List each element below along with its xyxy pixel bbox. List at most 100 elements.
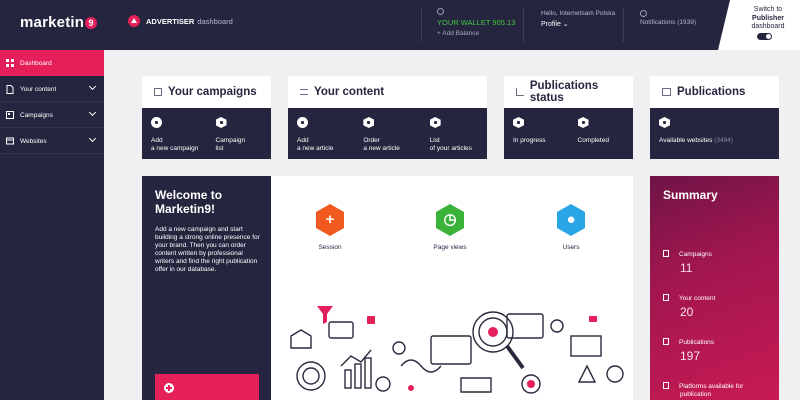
- publications-status-card: Publications status In progress Complete…: [504, 76, 633, 159]
- add-balance-link[interactable]: + Add Balance: [437, 30, 515, 37]
- browser-icon: [663, 382, 669, 389]
- available-websites-count: (3494): [714, 137, 733, 144]
- list-icon: [429, 117, 441, 128]
- logo-badge: 9: [85, 17, 98, 29]
- card-title: Your campaigns: [168, 86, 257, 98]
- completed-button[interactable]: Completed: [569, 108, 634, 159]
- top-bar: marketin 9 ADVERTISER dashboard YOUR WALL…: [0, 0, 800, 50]
- divider: [421, 8, 422, 42]
- advertiser-label: ADVERTISER: [146, 16, 195, 26]
- switch-line1: Switch to: [753, 6, 783, 13]
- advertiser-sub: dashboard: [197, 16, 233, 26]
- switch-line3: dashboard: [751, 23, 785, 30]
- order-article-button[interactable]: Order a new article: [354, 108, 420, 159]
- available-websites-button[interactable]: Available websites (3494): [650, 108, 779, 159]
- card-body: Add a new article Order a new article List…: [288, 108, 487, 159]
- divider: [623, 8, 624, 42]
- card-header: Your campaigns: [142, 76, 271, 108]
- dashboard-mode-label: ADVERTISER dashboard: [128, 15, 233, 27]
- clock-icon: ◷: [436, 204, 464, 236]
- notifications-label: Notifications (1939): [640, 19, 696, 26]
- chevron-down-icon: [88, 108, 97, 117]
- card-title: Publications status: [529, 80, 599, 104]
- summary-content: Your content 20: [663, 294, 715, 319]
- stat-label: Page views: [433, 244, 467, 251]
- action-line1: Add: [151, 137, 163, 144]
- card-header: Publications status: [504, 76, 633, 108]
- action-line1: Campaign: [215, 137, 246, 144]
- advertiser-icon: [128, 15, 140, 27]
- summary-label: Your content: [679, 295, 716, 302]
- content-card: Your content Add a new article Order a new…: [288, 76, 487, 159]
- sidebar-item-label: Websites: [20, 137, 47, 145]
- notifications[interactable]: Notifications (1939): [640, 10, 696, 26]
- user-icon: ●: [557, 204, 585, 236]
- summary-value: 20: [680, 305, 694, 319]
- plus-icon: [151, 117, 162, 128]
- stat-session[interactable]: + Session: [290, 204, 370, 251]
- summary-label: Publications: [679, 339, 715, 346]
- stat-page-views[interactable]: ◷ Page views: [410, 204, 490, 251]
- stat-symbol: ◷: [443, 211, 457, 228]
- welcome-add-button[interactable]: [155, 374, 259, 400]
- logo[interactable]: marketin 9: [20, 14, 98, 31]
- welcome-panel: Welcome to Marketin9! Add a new campaign…: [142, 176, 271, 400]
- card-title: Your content: [314, 86, 385, 98]
- profile-label: Profile: [541, 21, 561, 28]
- stats-panel: + Session ◷ Page views ● Users: [271, 176, 633, 400]
- browser-icon: [662, 88, 671, 96]
- campaigns-card: Your campaigns Add a new campaign Campaig…: [142, 76, 271, 159]
- stat-symbol: ●: [566, 211, 576, 228]
- stat-users[interactable]: ● Users: [531, 204, 611, 251]
- divider: [523, 8, 524, 42]
- card-header: Publications: [650, 76, 779, 108]
- summary-publications: Publications 197: [663, 338, 714, 363]
- summary-label: Platforms available for: [679, 383, 744, 390]
- sidebar-item-websites[interactable]: Websites: [0, 128, 104, 154]
- check-icon: [577, 117, 589, 128]
- card-body: Available websites (3494): [650, 108, 779, 159]
- profile-dropdown[interactable]: Profile ⌄: [541, 20, 615, 28]
- article-list-button[interactable]: List of your articles: [421, 108, 487, 159]
- document-icon: [663, 294, 669, 301]
- divider: [0, 153, 104, 154]
- stat-symbol: +: [325, 211, 335, 228]
- user-menu: Hello, Internetsam Polska Profile ⌄: [541, 10, 615, 28]
- sidebar-item-campaigns[interactable]: Campaigns: [0, 102, 104, 128]
- chevron-down-icon: [88, 134, 97, 143]
- action-line1: List: [429, 137, 440, 144]
- pencil-icon: [513, 117, 524, 128]
- stat-label: Users: [562, 244, 580, 251]
- add-campaign-button[interactable]: Add a new campaign: [142, 108, 207, 159]
- sidebar-item-your-content[interactable]: Your content: [0, 76, 104, 102]
- greeting: Hello, Internetsam Polska: [541, 10, 616, 17]
- bell-icon: [640, 10, 647, 17]
- globe-icon: [659, 117, 670, 128]
- summary-label-2: publication: [680, 391, 712, 398]
- session-icon: +: [316, 204, 344, 236]
- sidebar-item-label: Dashboard: [20, 59, 52, 67]
- card-title: Publications: [677, 86, 746, 98]
- campaign-list-button[interactable]: Campaign list: [207, 108, 272, 159]
- action-line1: In progress: [513, 137, 546, 144]
- order-icon: [363, 117, 375, 128]
- add-article-button[interactable]: Add a new article: [288, 108, 354, 159]
- logo-text: marketin: [20, 14, 85, 31]
- wallet-icon: [437, 8, 444, 15]
- edit-icon: [663, 338, 669, 345]
- document-icon: [300, 89, 308, 95]
- wallet-amount: YOUR WALLET 905.13: [437, 18, 516, 27]
- card-header: Your content: [288, 76, 487, 108]
- action-line2: a new article: [297, 144, 334, 152]
- marketing-illustration: [290, 306, 624, 394]
- switch-toggle[interactable]: [757, 33, 772, 40]
- action-line1: Order: [363, 137, 380, 144]
- summary-platforms: Platforms available for publication: [663, 382, 743, 399]
- sidebar-item-dashboard[interactable]: Dashboard: [0, 50, 104, 76]
- in-progress-button[interactable]: In progress: [504, 108, 569, 159]
- action-line1: Add: [297, 137, 309, 144]
- action-line2: a new article: [363, 144, 400, 152]
- sidebar: Dashboard Your content Campaigns Website…: [0, 50, 104, 400]
- summary-value: 11: [680, 261, 693, 275]
- card-body: In progress Completed: [504, 108, 633, 159]
